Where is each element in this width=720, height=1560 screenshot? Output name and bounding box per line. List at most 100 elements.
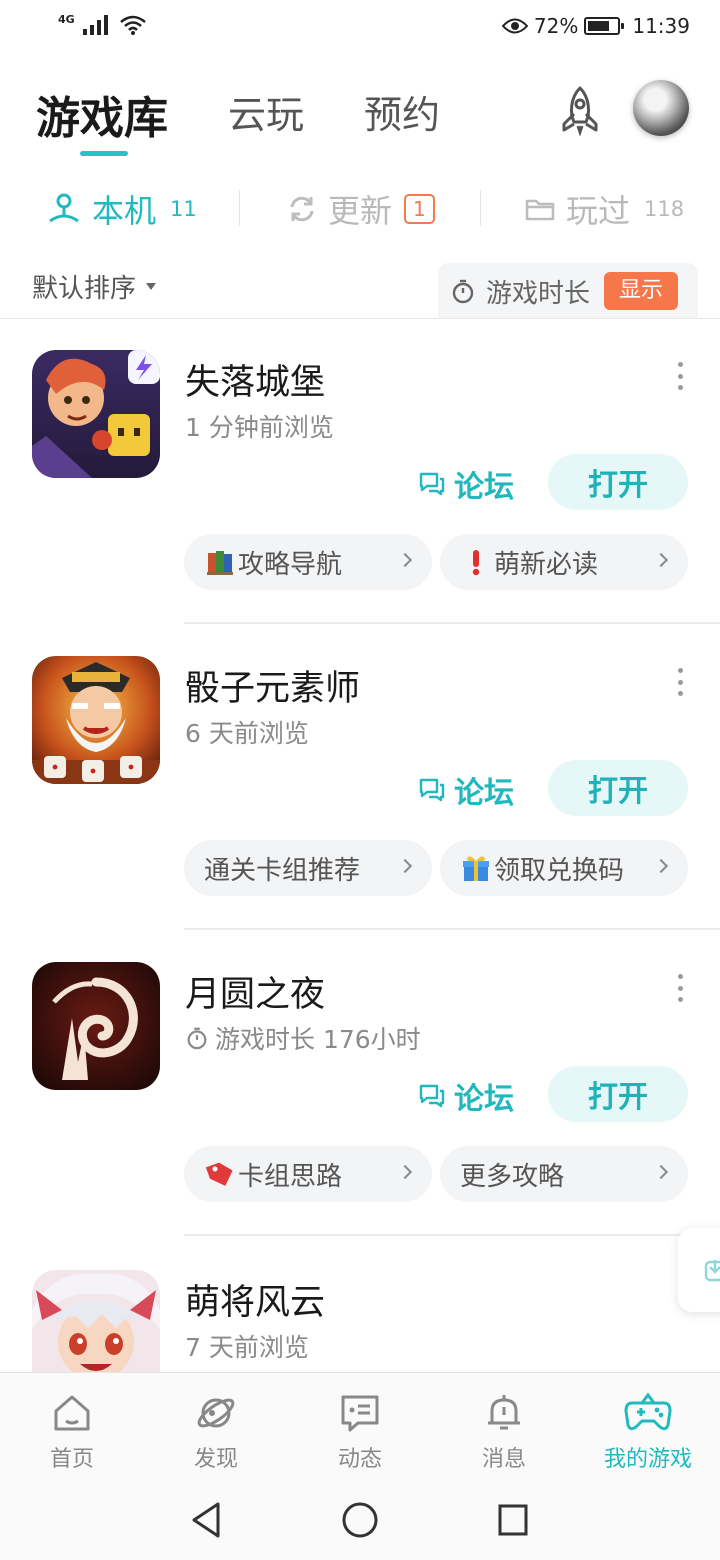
- eye-icon: [501, 18, 528, 34]
- game-icon-cute-generals[interactable]: [32, 1270, 160, 1372]
- playtime-value: 游戏时长 176小时: [215, 1025, 421, 1054]
- game-icon-dice-elementalist[interactable]: [32, 656, 160, 784]
- divider: [184, 928, 720, 930]
- floating-download-tab[interactable]: [678, 1228, 720, 1312]
- tab-game-library[interactable]: 游戏库: [36, 82, 168, 146]
- sort-dropdown[interactable]: 默认排序: [32, 268, 157, 305]
- avatar[interactable]: [633, 80, 689, 136]
- book-icon: [204, 546, 236, 578]
- system-navigation-bar: [0, 1480, 720, 1560]
- home-icon: [54, 1395, 90, 1431]
- chevron-right-icon: [397, 858, 413, 874]
- more-options-icon[interactable]: [676, 974, 684, 1002]
- tab-reservation[interactable]: 预约: [364, 84, 440, 139]
- chip-label: 萌新必读: [494, 549, 599, 580]
- signal-icon: [82, 15, 108, 35]
- timer-icon: [452, 279, 474, 304]
- game-title[interactable]: 萌将风云: [185, 1274, 325, 1325]
- tab-cloud-play[interactable]: 云玩: [228, 84, 304, 139]
- tag-icon: [204, 1158, 236, 1190]
- nav-home[interactable]: 首页: [0, 1391, 144, 1473]
- chip-guide-navigation[interactable]: 攻略导航: [184, 534, 432, 590]
- chevron-right-icon: [397, 552, 413, 568]
- battery-level: [588, 21, 609, 31]
- chip-label: 攻略导航: [238, 549, 343, 580]
- clock: 11:39: [632, 14, 690, 38]
- planet-icon: [197, 1398, 235, 1428]
- chip-label: 卡组思路: [238, 1161, 343, 1192]
- subtab-update-label: 更新: [328, 192, 393, 230]
- chevron-right-icon: [397, 1164, 413, 1180]
- game-title[interactable]: 月圆之夜: [185, 966, 325, 1017]
- last-viewed: 7 天前浏览: [185, 1333, 309, 1362]
- forum-label: 论坛: [454, 1082, 514, 1117]
- game-subtitle: 6 天前浏览: [185, 714, 309, 750]
- game-icon-lost-castle[interactable]: [32, 350, 160, 478]
- game-icon-moon-night[interactable]: [32, 962, 160, 1090]
- more-options-icon[interactable]: [676, 362, 684, 390]
- subtab-played-count: 118: [644, 197, 685, 221]
- playtime-toggle: 游戏时长 显示: [438, 263, 698, 319]
- open-game-button[interactable]: 打开: [548, 760, 688, 816]
- recents-icon[interactable]: [496, 1502, 530, 1538]
- gamepad-icon: [624, 1392, 672, 1431]
- more-options-icon[interactable]: [676, 668, 684, 696]
- home-circle-icon[interactable]: [340, 1500, 380, 1540]
- game-title[interactable]: 失落城堡: [185, 354, 325, 405]
- chevron-right-icon: [653, 552, 669, 568]
- open-game-button[interactable]: 打开: [548, 454, 688, 510]
- back-icon[interactable]: [188, 1500, 224, 1540]
- exclamation-icon: [460, 546, 492, 578]
- subtab-local-count: 11: [170, 197, 197, 221]
- forum-label: 论坛: [454, 776, 514, 811]
- download-icon: [704, 1260, 720, 1282]
- nav-my-games[interactable]: 我的游戏: [576, 1391, 720, 1473]
- game-subtitle: 1 分钟前浏览: [185, 408, 334, 444]
- game-title[interactable]: 骰子元素师: [185, 660, 360, 711]
- message-icon: [341, 1395, 379, 1432]
- subtab-played[interactable]: 玩过 118: [524, 186, 684, 232]
- forum-button[interactable]: 论坛: [418, 1074, 514, 1118]
- show-playtime-button[interactable]: 显示: [604, 272, 679, 310]
- chip-redeem-code[interactable]: 领取兑换码: [440, 840, 688, 896]
- update-count-badge: 1: [404, 194, 435, 224]
- refresh-icon: [290, 196, 314, 222]
- game-card: 月圆之夜 游戏时长 176小时 论坛 打开 卡组思路 更多攻略: [0, 962, 720, 1268]
- nav-discover-label: 发现: [193, 1447, 238, 1472]
- nav-home-label: 首页: [49, 1447, 94, 1472]
- chip-deck-recommendation[interactable]: 通关卡组推荐: [184, 840, 432, 896]
- divider: [239, 190, 240, 226]
- chevron-right-icon: [653, 858, 669, 874]
- open-game-button[interactable]: 打开: [548, 1066, 688, 1122]
- forum-button[interactable]: 论坛: [418, 462, 514, 506]
- divider: [480, 190, 481, 226]
- nav-feed[interactable]: 动态: [288, 1391, 432, 1473]
- timer-icon: [187, 1027, 207, 1050]
- game-subtitle: 游戏时长 176小时: [185, 1020, 421, 1056]
- active-tab-indicator: [80, 151, 128, 156]
- subtab-update[interactable]: 更新 1: [286, 186, 435, 232]
- chip-deck-ideas[interactable]: 卡组思路: [184, 1146, 432, 1202]
- forum-button[interactable]: 论坛: [418, 768, 514, 812]
- folder-icon: [525, 199, 555, 221]
- divider: [184, 622, 720, 624]
- nav-my-games-label: 我的游戏: [603, 1447, 692, 1472]
- nav-messages[interactable]: 消息: [432, 1391, 576, 1473]
- battery-icon: [584, 17, 625, 35]
- nav-discover[interactable]: 发现: [144, 1391, 288, 1473]
- game-card: 萌将风云 7 天前浏览: [0, 1270, 720, 1372]
- rocket-icon[interactable]: [554, 84, 606, 136]
- wifi-icon: [119, 15, 146, 35]
- bell-icon: [488, 1395, 520, 1430]
- chip-newbie-guide[interactable]: 萌新必读: [440, 534, 688, 590]
- nav-messages-label: 消息: [481, 1447, 526, 1472]
- game-card: 失落城堡 1 分钟前浏览 论坛 打开 攻略导航 萌新必读: [0, 350, 720, 656]
- chat-bubble-icon: [419, 1084, 445, 1108]
- subtab-played-label: 玩过: [566, 192, 631, 230]
- chip-more-guides[interactable]: 更多攻略: [440, 1146, 688, 1202]
- last-viewed: 6 天前浏览: [185, 719, 309, 748]
- chip-label: 更多攻略: [460, 1161, 565, 1192]
- chat-bubble-icon: [419, 778, 445, 802]
- subtab-local-label: 本机: [92, 192, 157, 230]
- subtab-local[interactable]: 本机 11: [46, 186, 197, 232]
